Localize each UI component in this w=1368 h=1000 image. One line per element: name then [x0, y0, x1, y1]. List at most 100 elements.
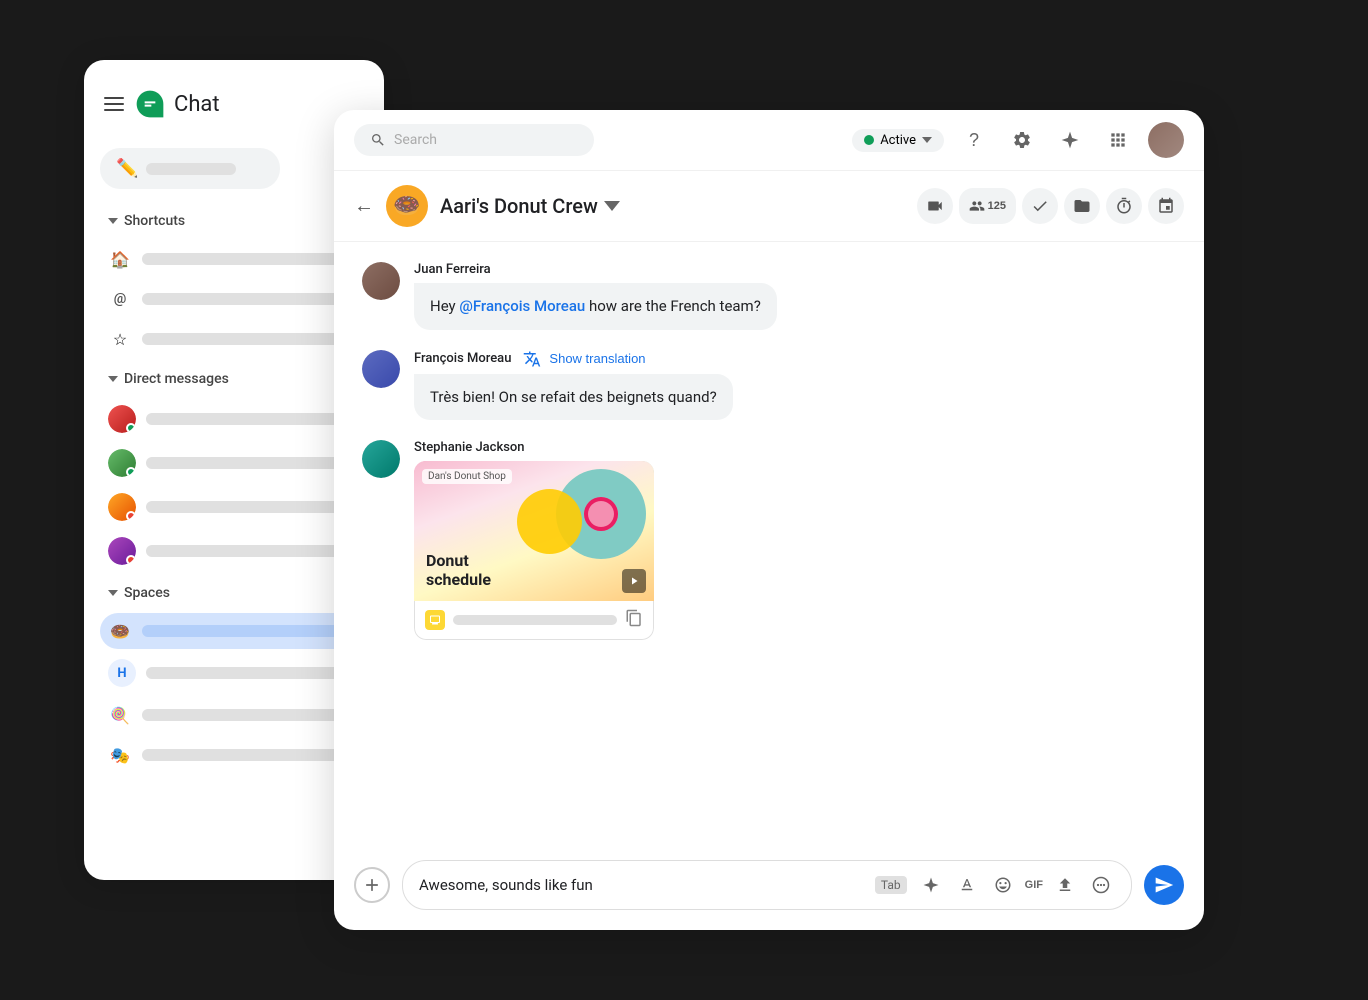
messages-area: Juan Ferreira Hey @François Moreau how a… [334, 242, 1204, 846]
donut-crew-text [142, 625, 360, 637]
dm-avatar-1 [108, 405, 136, 433]
card-action-icon[interactable] [425, 610, 445, 630]
sidebar-item-dm-4[interactable] [100, 531, 368, 571]
settings-button[interactable] [1004, 122, 1040, 158]
mask-text [142, 749, 360, 761]
checkmark-icon [1031, 197, 1049, 215]
home-icon: 🏠 [108, 247, 132, 271]
lollipop-icon: 🍭 [108, 703, 132, 727]
mask-icon: 🎭 [108, 743, 132, 767]
donut-card[interactable]: Dan's Donut Shop Donutschedule [414, 461, 654, 640]
translate-icon [523, 350, 541, 368]
add-attachment-button[interactable] [354, 867, 390, 903]
spaces-section[interactable]: Spaces [100, 581, 368, 605]
upload-button[interactable] [1051, 871, 1079, 899]
bubble-juan: Hey @François Moreau how are the French … [414, 283, 777, 330]
starred-icon: ☆ [108, 327, 132, 351]
dm-chevron [108, 376, 118, 382]
apps-button[interactable] [1100, 122, 1136, 158]
calendar-button[interactable] [1148, 188, 1184, 224]
sidebar-item-dm-1[interactable] [100, 399, 368, 439]
group-avatar: 🍩 [386, 185, 428, 227]
sender-juan: Juan Ferreira [414, 262, 1176, 277]
more-options-button[interactable] [1087, 871, 1115, 899]
header-actions: 125 [917, 188, 1184, 224]
message-content-stephanie: Stephanie Jackson [414, 440, 1176, 640]
video-call-button[interactable] [917, 188, 953, 224]
sidebar-item-dm-3[interactable] [100, 487, 368, 527]
card-copy-icon[interactable] [625, 609, 643, 631]
message-group-stephanie: Stephanie Jackson [362, 440, 1176, 640]
tab-badge: Tab [875, 876, 907, 894]
calendar-icon [1157, 197, 1175, 215]
copy-icon [625, 609, 643, 627]
sparkle-icon [1060, 130, 1080, 150]
chat-panel: Search Active ? [334, 110, 1204, 930]
format-text-icon [958, 876, 976, 894]
starred-item-text [142, 333, 360, 345]
sidebar-item-mentions[interactable]: @ [100, 281, 368, 317]
gemini-input-button[interactable] [917, 871, 945, 899]
tasks-button[interactable] [1022, 188, 1058, 224]
folder-icon [1073, 197, 1091, 215]
status-dot-busy-2 [126, 555, 136, 565]
message-group-francois: François Moreau Show translation Très bi… [362, 350, 1176, 421]
dm-3-text [146, 501, 360, 513]
people-icon [969, 198, 985, 214]
avatar-stephanie [362, 440, 400, 478]
sidebar-item-space-h[interactable]: H [100, 653, 368, 693]
translate-view-button[interactable]: 125 [959, 188, 1016, 224]
send-icon [1154, 875, 1174, 895]
mentions-item-text [142, 293, 360, 305]
sidebar-item-dm-2[interactable] [100, 443, 368, 483]
hamburger-menu[interactable] [104, 97, 124, 111]
emoji-button[interactable] [989, 871, 1017, 899]
dm-label: Direct messages [124, 371, 229, 387]
help-button[interactable]: ? [956, 122, 992, 158]
circle-more-icon [1092, 876, 1110, 894]
dm-4-text [146, 545, 360, 557]
format-button[interactable] [953, 871, 981, 899]
search-bar[interactable]: Search [354, 124, 594, 156]
chat-logo-icon [134, 88, 166, 120]
spaces-chevron [108, 590, 118, 596]
status-green-dot [864, 135, 874, 145]
space-h-text [146, 667, 360, 679]
plus-icon [362, 875, 382, 895]
gemini-button[interactable] [1052, 122, 1088, 158]
emoji-icon [994, 876, 1012, 894]
send-button[interactable] [1144, 865, 1184, 905]
sender-stephanie: Stephanie Jackson [414, 440, 1176, 455]
dm-section[interactable]: Direct messages [100, 367, 368, 391]
app-title: Chat [174, 92, 220, 117]
status-chip[interactable]: Active [852, 129, 944, 152]
sidebar-item-home[interactable]: 🏠 [100, 241, 368, 277]
sidebar-item-starred[interactable]: ☆ [100, 321, 368, 357]
sidebar-item-donut-crew[interactable]: 🍩 [100, 613, 368, 649]
status-dot-busy [126, 511, 136, 521]
status-dot-online [126, 423, 136, 433]
dm-avatar-3 [108, 493, 136, 521]
timer-button[interactable] [1106, 188, 1142, 224]
new-chat-button[interactable]: ✏️ [100, 148, 280, 189]
sidebar-item-space-lollipop[interactable]: 🍭 [100, 697, 368, 733]
new-chat-label [146, 163, 236, 175]
folder-button[interactable] [1064, 188, 1100, 224]
message-content-francois: François Moreau Show translation Très bi… [414, 350, 1176, 421]
gif-button[interactable]: GIF [1025, 871, 1043, 899]
shortcuts-section[interactable]: Shortcuts [100, 209, 368, 233]
user-avatar[interactable] [1148, 122, 1184, 158]
upload-icon [1056, 876, 1074, 894]
app-logo: Chat [134, 88, 220, 120]
avatar-francois [362, 350, 400, 388]
back-button[interactable]: ← [354, 195, 374, 218]
spaces-label: Spaces [124, 585, 170, 601]
message-group-juan: Juan Ferreira Hey @François Moreau how a… [362, 262, 1176, 330]
sidebar-item-space-mask[interactable]: 🎭 [100, 737, 368, 773]
avatar-juan [362, 262, 400, 300]
message-content-juan: Juan Ferreira Hey @François Moreau how a… [414, 262, 1176, 330]
message-input[interactable]: Awesome, sounds like fun [419, 876, 865, 894]
show-translation-button[interactable]: Show translation [549, 351, 645, 366]
dm-2-text [146, 457, 360, 469]
search-icon [370, 132, 386, 148]
